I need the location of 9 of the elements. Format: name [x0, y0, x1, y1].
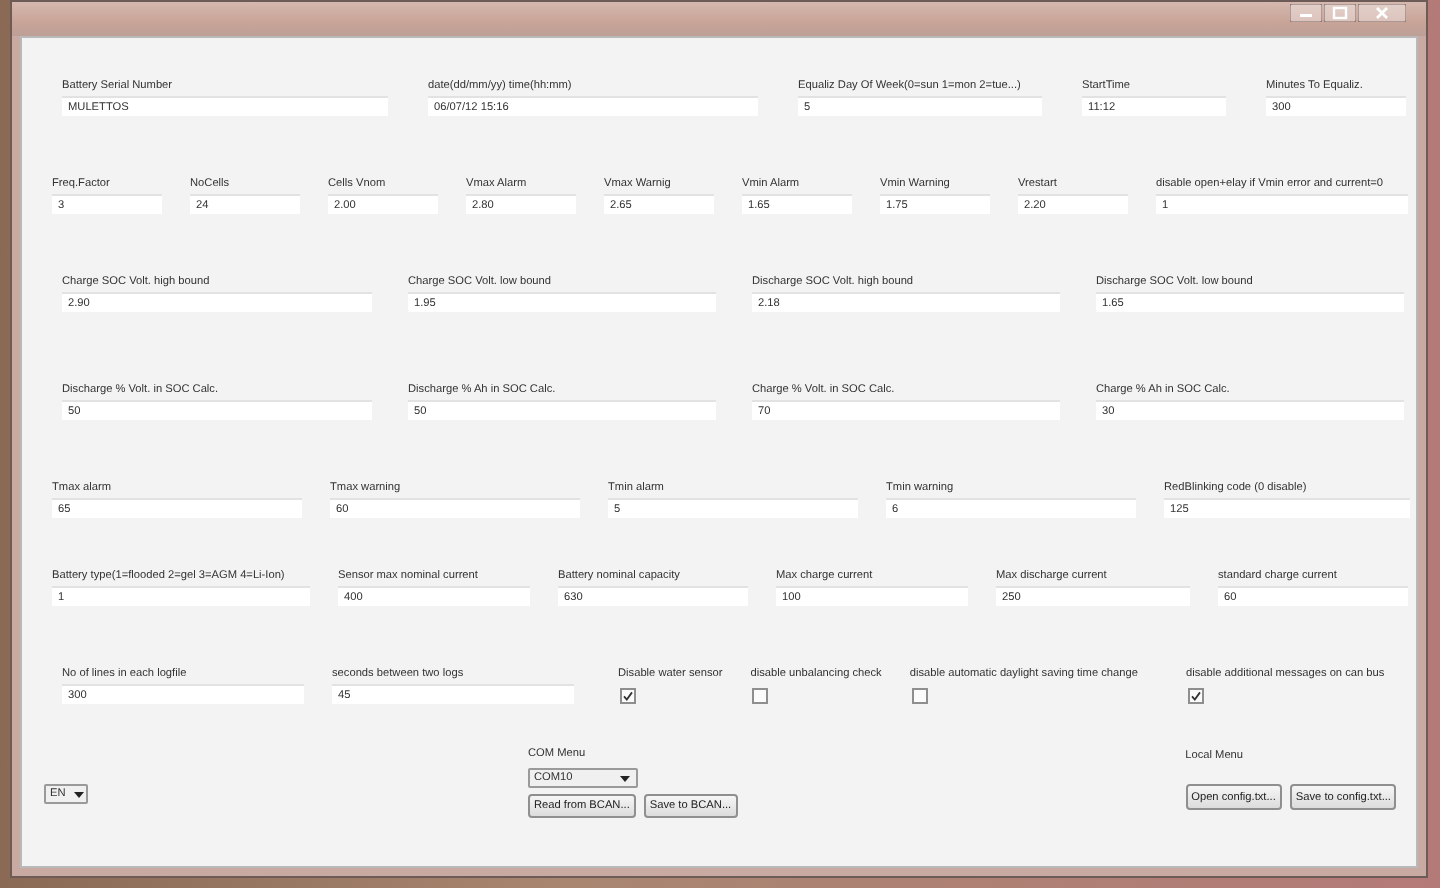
minimize-icon[interactable]	[1290, 4, 1322, 22]
checkbox[interactable]	[620, 688, 636, 704]
checkbox[interactable]	[752, 688, 769, 704]
checkbox[interactable]	[911, 688, 928, 704]
close-icon[interactable]	[1358, 4, 1406, 22]
caret-icon	[73, 791, 84, 797]
maximize-icon[interactable]	[1324, 4, 1356, 22]
checkbox[interactable]	[1187, 688, 1204, 704]
caret-icon	[620, 775, 630, 781]
